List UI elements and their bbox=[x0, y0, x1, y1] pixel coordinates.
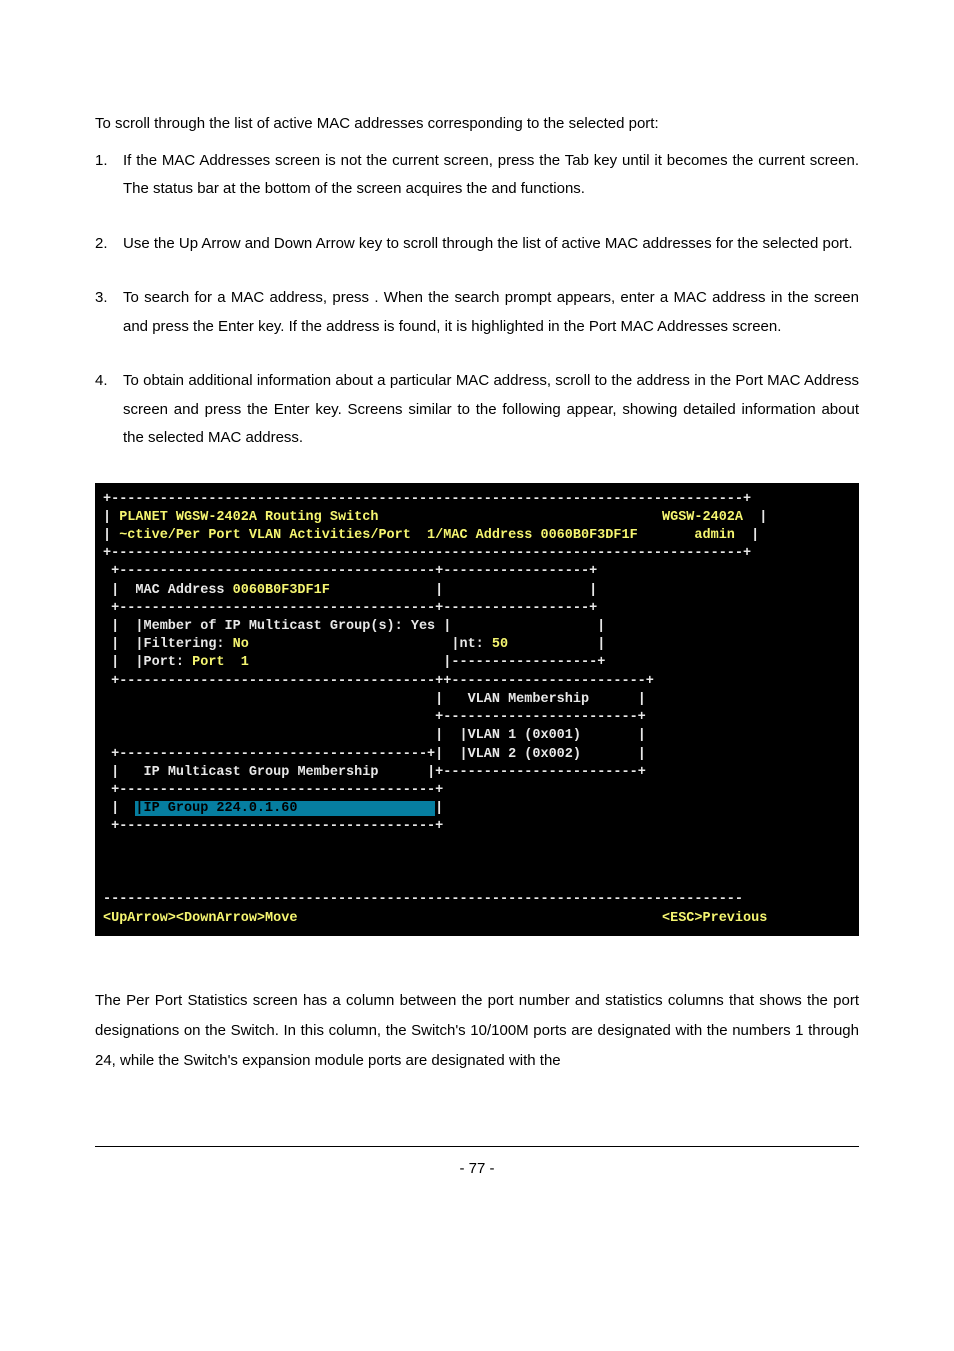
term-title-right: WGSW-2402A bbox=[662, 510, 743, 525]
intro-text: To scroll through the list of active MAC… bbox=[95, 110, 859, 139]
term-int-label: |nt: bbox=[451, 637, 492, 652]
step-3-num: 3. bbox=[95, 284, 108, 313]
term-vlan1: |VLAN 1 (0x001) bbox=[459, 728, 581, 743]
page-number: - 77 - bbox=[459, 1160, 494, 1177]
step-1: 1. If the MAC Addresses screen is not th… bbox=[95, 147, 859, 204]
term-breadcrumb: ~ctive/Per Port VLAN Activities/Port 1/M… bbox=[119, 528, 637, 543]
step-1-text-c: functions. bbox=[521, 180, 585, 197]
step-4-text: To obtain additional information about a… bbox=[123, 372, 859, 446]
term-port-value: Port 1 bbox=[192, 655, 249, 670]
term-filter-value: No bbox=[233, 637, 249, 652]
term-vlan2: |VLAN 2 (0x002) bbox=[459, 747, 581, 762]
term-member-line: |Member of IP Multicast Group(s): Yes | bbox=[135, 619, 451, 634]
term-vlan-membership: VLAN Membership bbox=[468, 692, 590, 707]
term-user: admin bbox=[694, 528, 735, 543]
term-int-value: 50 bbox=[492, 637, 508, 652]
step-1-text-b: and bbox=[492, 180, 521, 197]
term-mac-value: 0060B0F3DF1F bbox=[233, 583, 330, 598]
term-port-label: |Port: bbox=[135, 655, 192, 670]
step-3: 3. To search for a MAC address, press . … bbox=[95, 284, 859, 341]
term-ip-group-label: |IP Group bbox=[135, 801, 216, 816]
terminal-screenshot: +---------------------------------------… bbox=[95, 483, 859, 936]
term-title-left: PLANET WGSW-2402A Routing Switch bbox=[119, 510, 378, 525]
step-4: 4. To obtain additional information abou… bbox=[95, 367, 859, 453]
page-footer: - 77 - bbox=[95, 1146, 859, 1184]
step-4-num: 4. bbox=[95, 367, 108, 396]
term-mac-label: MAC Address bbox=[135, 583, 232, 598]
step-2: 2. Use the Up Arrow and Down Arrow key t… bbox=[95, 230, 859, 259]
term-status-left: <UpArrow><DownArrow>Move bbox=[103, 911, 297, 926]
step-3-text-b: . When the search prompt appears, enter … bbox=[374, 289, 814, 306]
step-1-num: 1. bbox=[95, 147, 108, 176]
term-filter-label: |Filtering: bbox=[135, 637, 232, 652]
term-ip-mcast: IP Multicast Group Membership bbox=[144, 765, 379, 780]
steps-list: 1. If the MAC Addresses screen is not th… bbox=[95, 147, 859, 453]
step-3-text-a: To search for a MAC address, press bbox=[123, 289, 374, 306]
term-status-right: <ESC>Previous bbox=[662, 911, 767, 926]
body-paragraph: The Per Port Statistics screen has a col… bbox=[95, 986, 859, 1076]
step-2-num: 2. bbox=[95, 230, 108, 259]
step-2-text: Use the Up Arrow and Down Arrow key to s… bbox=[123, 235, 853, 252]
term-ip-group-value: 224.0.1.60 bbox=[216, 801, 297, 816]
